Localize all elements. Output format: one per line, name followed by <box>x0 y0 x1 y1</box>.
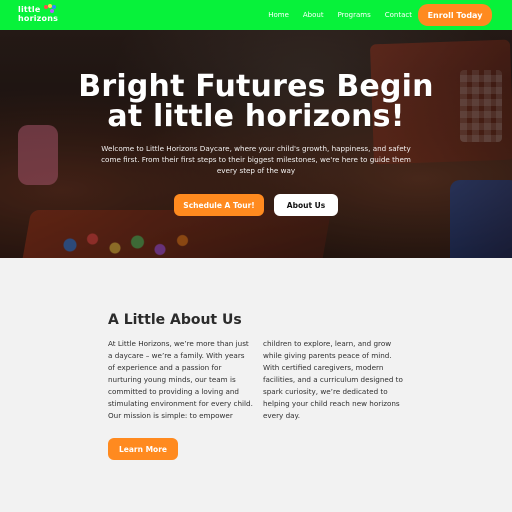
nav-links: Home About Programs Contact <box>268 0 412 30</box>
logo[interactable]: little horizons <box>18 4 59 25</box>
nav-home[interactable]: Home <box>268 11 289 19</box>
schedule-tour-button[interactable]: Schedule A Tour! <box>174 194 264 216</box>
learn-more-button[interactable]: Learn More <box>108 438 178 460</box>
about-section: A Little About Us At Little Horizons, we… <box>0 258 512 512</box>
about-title: A Little About Us <box>108 312 242 328</box>
hero-title-line2: at little horizons! <box>107 99 405 134</box>
nav-programs[interactable]: Programs <box>338 11 371 19</box>
about-body: At Little Horizons, we’re more than just… <box>108 339 403 420</box>
nav-about[interactable]: About <box>303 11 324 19</box>
logo-dots-icon <box>44 4 56 13</box>
hero-title: Bright Futures Begin at little horizons! <box>0 72 512 132</box>
hero-actions: Schedule A Tour! About Us <box>0 194 512 216</box>
logo-line2: horizons <box>18 14 59 23</box>
nav-contact[interactable]: Contact <box>385 11 412 19</box>
logo-line1: little <box>18 5 41 14</box>
hero-subtitle: Welcome to Little Horizons Daycare, wher… <box>101 144 411 175</box>
top-navbar: little horizons Home About Programs Cont… <box>0 0 512 30</box>
about-us-button[interactable]: About Us <box>274 194 338 216</box>
enroll-today-button[interactable]: Enroll Today <box>418 4 492 26</box>
hero-section: Bright Futures Begin at little horizons!… <box>0 30 512 258</box>
